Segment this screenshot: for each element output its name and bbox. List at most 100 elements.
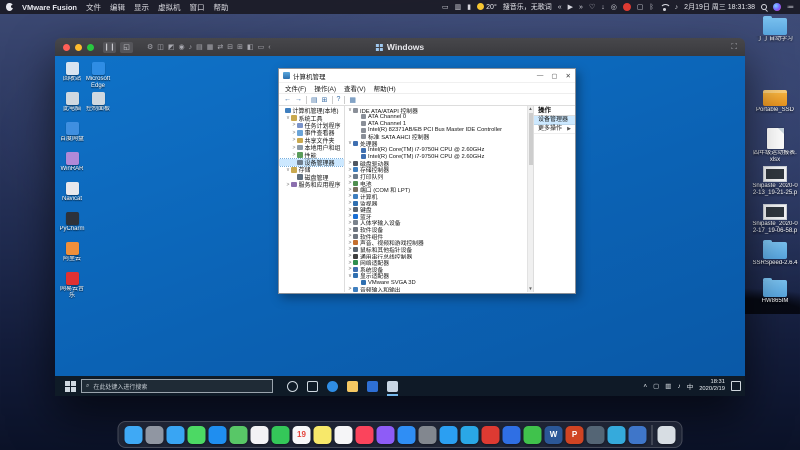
device-tree-row[interactable]: >监视器 [347, 200, 527, 207]
console-tree-item[interactable]: >性能 [279, 151, 344, 158]
close-button[interactable]: ✕ [566, 72, 571, 80]
dock-item-vmware-fusion[interactable] [587, 426, 605, 444]
computer-management-taskbar-icon[interactable] [387, 381, 398, 392]
menu-file[interactable]: 文件 [86, 2, 101, 13]
dock-item-launchpad[interactable] [146, 426, 164, 444]
dock-item-mail[interactable] [209, 426, 227, 444]
keyboard-icon[interactable]: ▭ [258, 44, 265, 51]
console-tree-item[interactable]: >本地用户和组 [279, 144, 344, 151]
device-list-scrollbar[interactable]: ▲ ▼ [527, 106, 533, 292]
device-tree-row[interactable]: vIDE ATA/ATAPI 控制器 [347, 107, 527, 114]
dock-item-system-preferences[interactable] [419, 426, 437, 444]
desktop-icon-image[interactable]: Snipaste_2020-02-13_19-21-25.png [752, 166, 798, 197]
camera-icon[interactable]: ◧ [247, 44, 254, 51]
display-tray-icon[interactable]: ▢ [653, 382, 659, 390]
dock-item-word[interactable]: W [545, 426, 563, 444]
usb-icon[interactable]: ⊟ [227, 44, 233, 51]
dock-item-podcasts[interactable] [377, 426, 395, 444]
weather-item[interactable]: 20° [477, 3, 497, 11]
actions-more[interactable]: 更多操作 ▶ [534, 125, 575, 134]
cortana-icon[interactable] [287, 381, 298, 392]
snapshots-button[interactable]: ◱ [120, 42, 133, 53]
minimize-traffic-light[interactable] [75, 44, 82, 51]
windows-desktop-icon[interactable]: 阿里云 [59, 242, 85, 263]
console-tree-item[interactable]: v存储 [279, 166, 344, 173]
music-status[interactable]: 搜音乐，无歌词 [503, 2, 552, 12]
wifi-icon[interactable] [660, 4, 669, 11]
cd-icon[interactable]: ◉ [179, 44, 185, 51]
media-next-icon[interactable]: » [579, 4, 583, 11]
cm-menu-file[interactable]: 文件(F) [285, 83, 306, 93]
device-tree-row[interactable]: >鼠标和其他指针设备 [347, 246, 527, 253]
windows-desktop-icon[interactable]: 控制面板 [85, 92, 111, 113]
device-tree-row[interactable]: >网络适配器 [347, 259, 527, 266]
device-tree-row[interactable]: >人体学输入设备 [347, 220, 527, 227]
taskbar-search[interactable]: ⌕ 在此处键入进行搜索 [81, 379, 273, 393]
device-tree-row[interactable]: >声音、视频和游戏控制器 [347, 240, 527, 247]
display-icon[interactable]: ▤ [196, 44, 203, 51]
download-icon[interactable]: ↓ [601, 4, 605, 11]
device-tree-row[interactable]: >存储控制器 [347, 167, 527, 174]
dock-item-qq[interactable] [503, 426, 521, 444]
fullscreen-button[interactable]: ⛶ [731, 42, 737, 52]
device-tree-row[interactable]: 标准 SATA AHCI 控制器 [347, 134, 527, 141]
maximize-button[interactable]: ▢ [551, 72, 557, 80]
properties-icon[interactable]: ⊞ [322, 96, 328, 104]
device-tree-row[interactable]: VMware SVGA 3D [347, 279, 527, 286]
menu-window[interactable]: 窗口 [190, 2, 205, 13]
dock-item-music[interactable] [356, 426, 374, 444]
network-icon[interactable]: ⇄ [217, 44, 223, 51]
device-tree-row[interactable]: ATA Channel 0 [347, 114, 527, 121]
cm-menu-help[interactable]: 帮助(H) [374, 83, 396, 93]
dock-item-notes[interactable] [314, 426, 332, 444]
siri-icon[interactable] [773, 3, 781, 11]
cm-menu-action[interactable]: 操作(A) [314, 83, 336, 93]
dock-item-downloads[interactable] [629, 426, 647, 444]
taskbar-clock[interactable]: 18:31 2020/2/19 [699, 379, 725, 393]
dock-item-photos[interactable] [251, 426, 269, 444]
device-tree-row[interactable]: >计算机 [347, 193, 527, 200]
device-tree-row[interactable]: Intel(R) Core(TM) i7-9750H CPU @ 2.60GHz [347, 147, 527, 154]
device-tree-row[interactable]: >端口 (COM 和 LPT) [347, 187, 527, 194]
menubar-app-name[interactable]: VMware Fusion [22, 3, 77, 12]
show-console-tree-icon[interactable]: ▤ [311, 96, 318, 104]
console-tree-item[interactable]: >任务计划程序 [279, 122, 344, 129]
close-traffic-light[interactable] [63, 44, 70, 51]
console-tree-item[interactable]: >事件查看器 [279, 129, 344, 136]
windows-desktop[interactable]: 计算机管理 — ▢ ✕ 文件(F) 操作(A) 查看(V) 帮助(H) ← → … [55, 56, 745, 396]
edge-icon[interactable] [327, 381, 338, 392]
scrollbar-thumb[interactable] [529, 113, 533, 165]
control-center-icon[interactable]: ≔ [787, 4, 794, 11]
device-list-pane[interactable]: ▲ ▼ vIDE ATA/ATAPI 控制器ATA Channel 0ATA C… [345, 106, 533, 292]
help-icon[interactable]: ? [337, 96, 341, 103]
device-tree-row[interactable]: >系统设备 [347, 266, 527, 273]
desktop-icon-image[interactable]: Snipaste_2020-02-17_19-06-58.png [752, 204, 798, 235]
device-tree-row[interactable]: >打印队列 [347, 173, 527, 180]
network-tray-icon[interactable]: ▥ [665, 382, 671, 390]
device-tree-row[interactable]: >电池 [347, 180, 527, 187]
dock-item-facetime[interactable] [272, 426, 290, 444]
forward-icon[interactable]: → [295, 96, 302, 103]
dock-item-netease-music[interactable] [482, 426, 500, 444]
device-tree-row[interactable]: >通用串行总线控制器 [347, 253, 527, 260]
screen-mirror-icon[interactable]: ▢ [637, 4, 644, 11]
windows-desktop-icon[interactable]: 网易云音乐 [59, 272, 85, 299]
volume-tray-icon[interactable]: ♪ [677, 383, 680, 390]
desktop-icon-doc[interactable]: 四年级运动报表.xlsx [752, 128, 798, 164]
hidden-icons-chevron[interactable]: ˄ [643, 383, 647, 390]
stats-icon[interactable]: ▥ [455, 4, 462, 11]
zoom-traffic-light[interactable] [87, 44, 94, 51]
device-tree-row[interactable]: ATA Channel 1 [347, 120, 527, 127]
windows-desktop-icon[interactable]: 百度网盘 [59, 122, 85, 143]
printer-icon[interactable]: ⊞ [237, 44, 243, 51]
windows-desktop-icon[interactable]: 回收站 [59, 62, 85, 83]
battery-icon[interactable]: ▮ [467, 4, 471, 11]
scan-hardware-icon[interactable]: ▦ [349, 96, 356, 104]
windows-desktop-icon[interactable]: 此电脑 [59, 92, 85, 113]
sound-icon[interactable]: ♪ [189, 44, 193, 51]
cm-titlebar[interactable]: 计算机管理 — ▢ ✕ [279, 69, 575, 83]
device-tree-row[interactable]: v处理器 [347, 140, 527, 147]
menubar-clock[interactable]: 2月19日 周三 18:31:38 [684, 2, 755, 12]
dock-item-wechat[interactable] [524, 426, 542, 444]
desktop-icon-drive[interactable]: Portable_SSD [752, 90, 798, 114]
